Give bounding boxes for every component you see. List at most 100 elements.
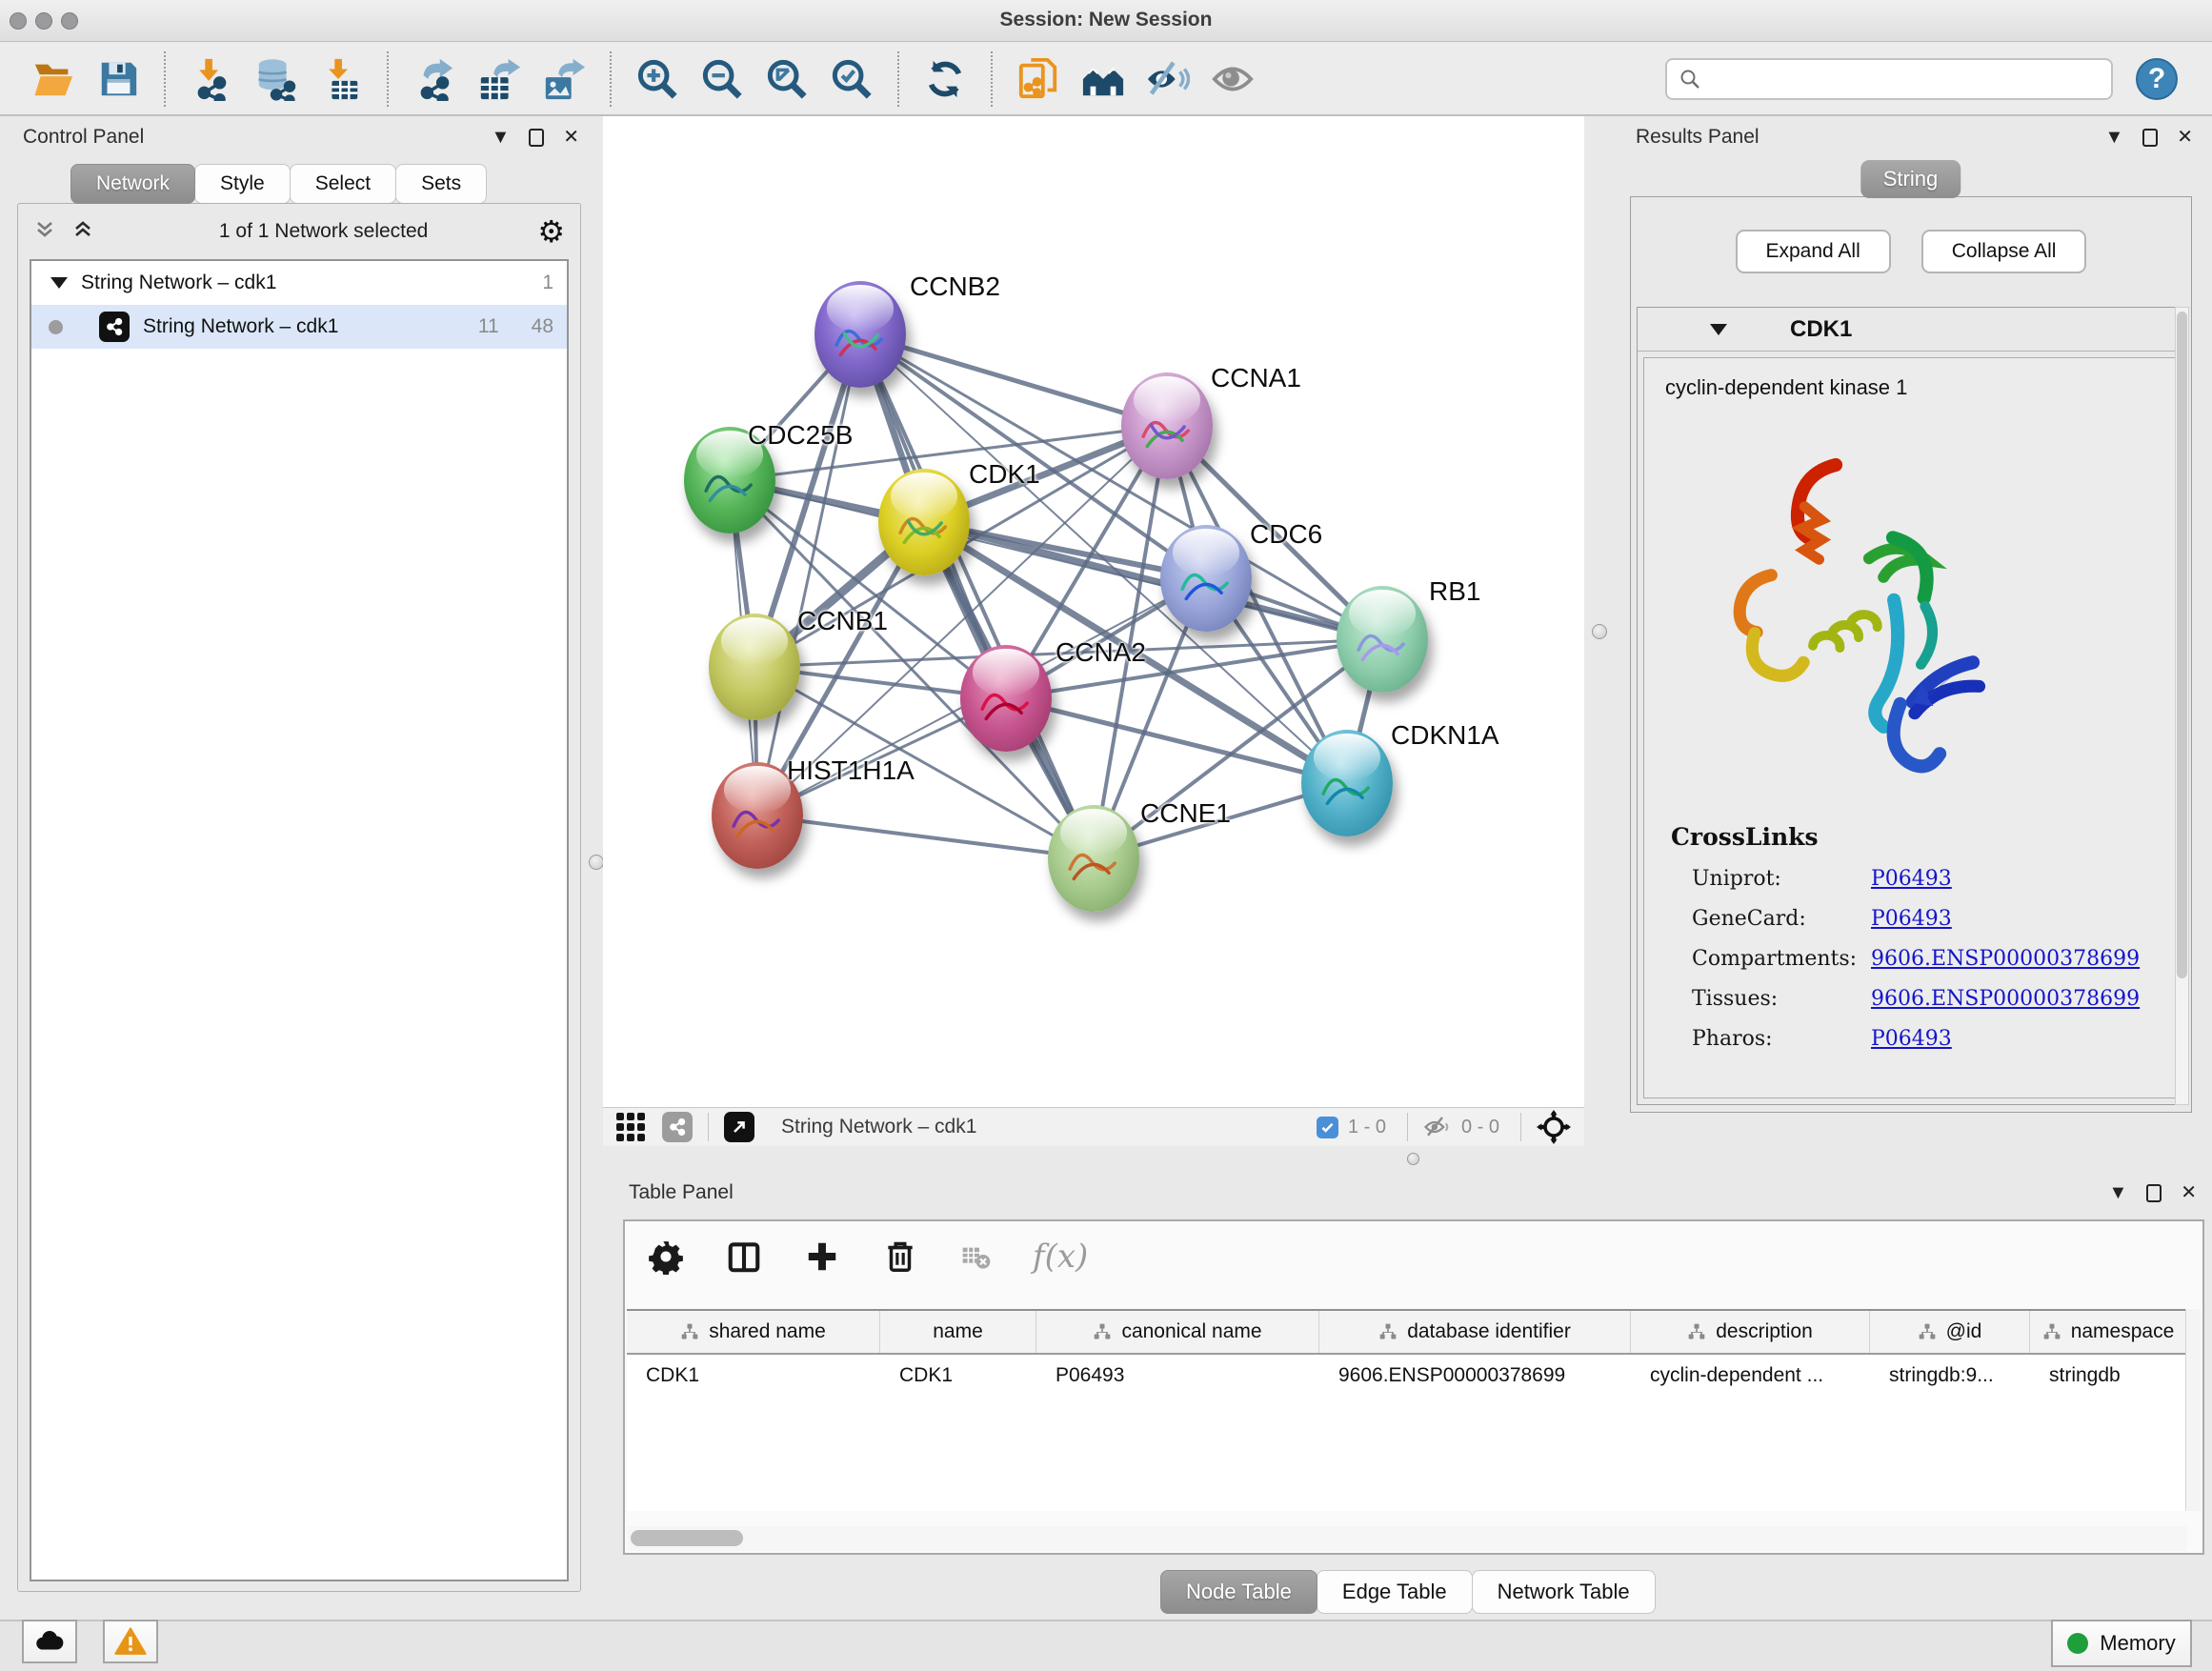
expand-all-button[interactable]: Expand All	[1736, 230, 1891, 273]
crosslink-link[interactable]: P06493	[1871, 1027, 1952, 1051]
crosslink-link[interactable]: 9606.ENSP00000378699	[1871, 947, 2140, 971]
table-cell[interactable]: CDK1	[627, 1355, 880, 1397]
fit-selected-crosshair-icon[interactable]	[1537, 1110, 1571, 1144]
collapse-collection-icon[interactable]	[50, 277, 68, 289]
import-network-icon[interactable]	[187, 52, 236, 106]
export-network-icon[interactable]	[410, 52, 459, 106]
column-label: name	[933, 1320, 983, 1343]
tab-select[interactable]: Select	[290, 164, 396, 204]
memory-button[interactable]: Memory	[2051, 1620, 2192, 1667]
table-cell[interactable]: stringdb:9...	[1870, 1355, 2030, 1397]
column-header-shared-name[interactable]: shared name	[627, 1311, 880, 1353]
hidden-eye-icon[interactable]	[1423, 1113, 1452, 1141]
cloud-status-button[interactable]	[22, 1620, 77, 1663]
zoom-in-icon[interactable]	[633, 52, 682, 106]
crosslink-link[interactable]: P06493	[1871, 907, 1952, 931]
network-node-cdc6[interactable]	[1160, 525, 1252, 632]
network-options-gear-icon[interactable]: ⚙	[537, 216, 565, 247]
search-field[interactable]	[1709, 68, 2100, 90]
column-header-database-identifier[interactable]: database identifier	[1319, 1311, 1631, 1353]
warning-button[interactable]	[103, 1620, 158, 1663]
control-panel: Control Panel ▼ ✕ Network Style Select S…	[8, 122, 593, 1594]
tab-string[interactable]: String	[1860, 160, 1961, 198]
column-header-description[interactable]: description	[1631, 1311, 1870, 1353]
tab-network-table[interactable]: Network Table	[1472, 1570, 1656, 1614]
table-cell[interactable]: cyclin-dependent ...	[1631, 1355, 1870, 1397]
crosslink-link[interactable]: 9606.ENSP00000378699	[1871, 987, 2140, 1011]
bottom-splitter-handle[interactable]	[1407, 1153, 1419, 1165]
tab-network[interactable]: Network	[70, 164, 195, 204]
network-node-ccnb1[interactable]	[709, 614, 800, 720]
import-table-icon[interactable]	[316, 52, 366, 106]
scrollbar-thumb[interactable]	[2177, 312, 2187, 978]
panel-menu-icon[interactable]: ▼	[2104, 128, 2123, 147]
network-node-ccne1[interactable]	[1048, 805, 1139, 912]
left-splitter-handle[interactable]	[589, 855, 604, 870]
collapse-entry-icon[interactable]	[1710, 324, 1727, 335]
export-image-icon[interactable]	[539, 52, 589, 106]
results-scrollbar[interactable]	[2175, 307, 2189, 1105]
table-cell[interactable]: CDK1	[880, 1355, 1036, 1397]
zoom-selected-icon[interactable]	[827, 52, 876, 106]
tab-node-table[interactable]: Node Table	[1160, 1570, 1317, 1614]
network-node-ccna2[interactable]	[960, 645, 1052, 752]
refresh-icon[interactable]	[920, 52, 970, 106]
panel-float-icon[interactable]	[2142, 129, 2158, 147]
table-row[interactable]: CDK1CDK1P064939606.ENSP00000378699cyclin…	[627, 1355, 2187, 1397]
collapse-all-networks-icon[interactable]	[71, 218, 94, 246]
save-session-icon[interactable]	[93, 52, 143, 106]
panel-float-icon[interactable]	[529, 129, 544, 147]
network-node-ccna1[interactable]	[1121, 372, 1213, 479]
panel-close-icon[interactable]: ✕	[2177, 128, 2193, 147]
panel-close-icon[interactable]: ✕	[563, 128, 579, 147]
table-horizontal-scrollbar[interactable]	[627, 1526, 2187, 1551]
column-header--id[interactable]: @id	[1870, 1311, 2030, 1353]
scrollbar-thumb[interactable]	[631, 1530, 743, 1546]
panel-menu-icon[interactable]: ▼	[491, 128, 510, 147]
panel-menu-icon[interactable]: ▼	[2108, 1183, 2127, 1202]
panel-float-icon[interactable]	[2146, 1184, 2162, 1202]
network-thumbnail-icon[interactable]	[662, 1112, 693, 1142]
column-header-canonical-name[interactable]: canonical name	[1036, 1311, 1319, 1353]
show-all-icon[interactable]	[1208, 52, 1257, 106]
right-splitter-handle[interactable]	[1592, 624, 1607, 639]
zoom-out-icon[interactable]	[697, 52, 747, 106]
help-icon[interactable]: ?	[2136, 58, 2178, 100]
open-file-icon[interactable]	[29, 52, 78, 106]
table-cell[interactable]: stringdb	[2030, 1355, 2187, 1397]
expand-all-networks-icon[interactable]	[33, 218, 56, 246]
import-database-icon[interactable]	[251, 52, 301, 106]
clone-network-icon[interactable]	[1014, 52, 1063, 106]
collapse-all-button[interactable]: Collapse All	[1921, 230, 2087, 273]
network-node-cdkn1a[interactable]	[1301, 730, 1393, 836]
network-node-cdk1[interactable]	[878, 469, 970, 575]
tab-sets[interactable]: Sets	[395, 164, 487, 204]
table-cell[interactable]: 9606.ENSP00000378699	[1319, 1355, 1631, 1397]
gene-entry-header[interactable]: CDK1	[1638, 308, 2184, 352]
table-vertical-scrollbar[interactable]	[2185, 1309, 2201, 1511]
table-cell[interactable]: P06493	[1036, 1355, 1319, 1397]
panel-close-icon[interactable]: ✕	[2181, 1183, 2197, 1202]
tab-style[interactable]: Style	[194, 164, 291, 204]
network-node-ccnb2[interactable]	[814, 281, 906, 388]
table-options-gear-icon[interactable]	[648, 1238, 684, 1275]
export-table-icon[interactable]	[474, 52, 524, 106]
search-input[interactable]	[1665, 58, 2113, 100]
crosslink-link[interactable]: P06493	[1871, 867, 1952, 891]
show-columns-icon[interactable]	[726, 1238, 762, 1275]
network-canvas[interactable]: CCNB2CCNA1CDC25BCDK1CDC6RB1CCNB1CCNA2CDK…	[603, 116, 1584, 1107]
hide-selected-icon[interactable]	[1143, 52, 1193, 106]
column-header-name[interactable]: name	[880, 1311, 1036, 1353]
add-column-icon[interactable]	[804, 1238, 840, 1275]
delete-column-icon[interactable]	[882, 1238, 918, 1275]
column-header-namespace[interactable]: namespace	[2030, 1311, 2187, 1353]
zoom-fit-icon[interactable]	[762, 52, 812, 106]
tab-edge-table[interactable]: Edge Table	[1317, 1570, 1473, 1614]
grid-view-icon[interactable]	[616, 1113, 645, 1141]
first-neighbors-icon[interactable]	[1078, 52, 1128, 106]
open-in-new-window-icon[interactable]	[724, 1112, 754, 1142]
network-collection-row[interactable]: String Network – cdk1 1	[31, 261, 567, 305]
network-node-rb1[interactable]	[1337, 586, 1428, 693]
network-row-selected[interactable]: String Network – cdk1 11 48	[31, 305, 567, 349]
selected-nodes-checkbox[interactable]	[1317, 1117, 1338, 1138]
